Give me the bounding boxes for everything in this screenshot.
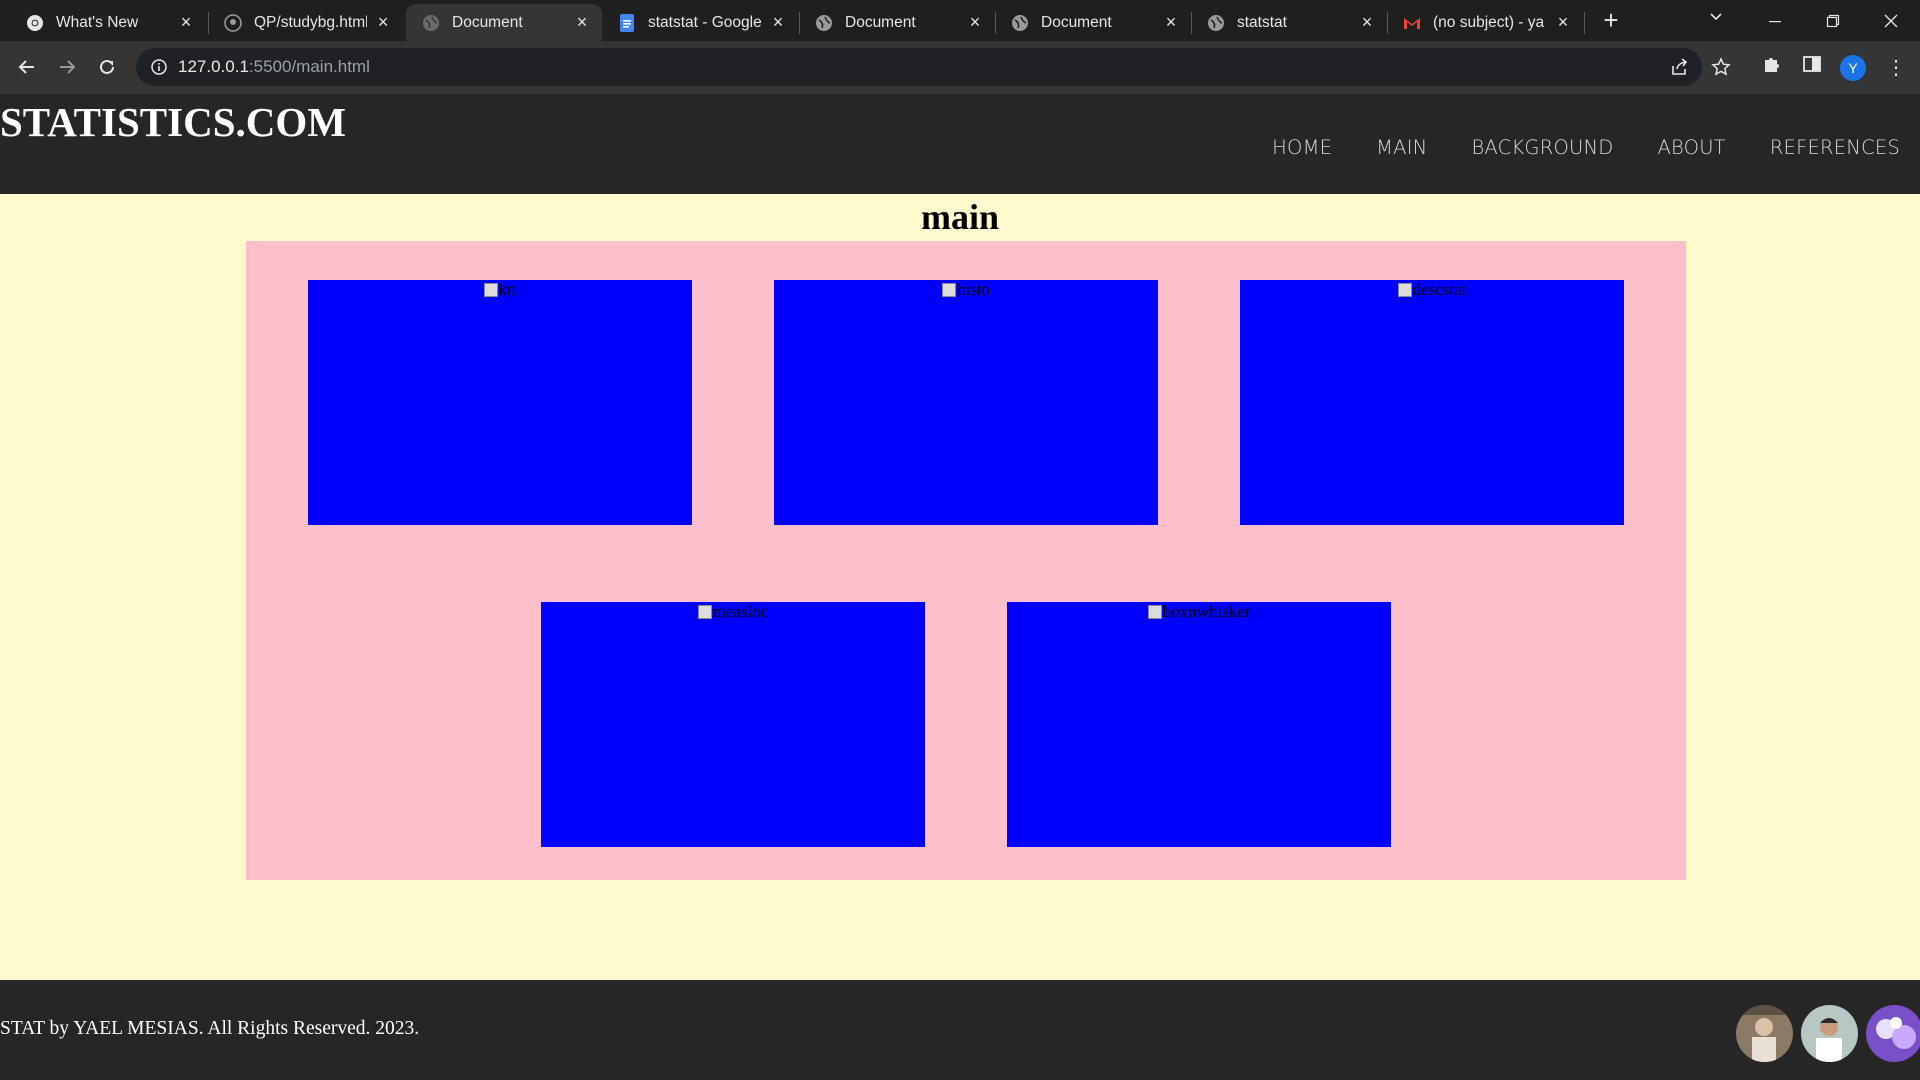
close-icon[interactable]: × [176, 12, 196, 33]
close-icon[interactable]: × [572, 12, 592, 33]
globe-icon [422, 14, 440, 32]
tab-gmail[interactable]: (no subject) - ya × [1387, 4, 1583, 41]
image-gallery: ktt histo descstat measloc boxnwhisker [246, 241, 1686, 880]
tab-title: statstat [1237, 13, 1287, 31]
broken-image-icon [1147, 605, 1162, 619]
gallery-image-histo[interactable]: histo [774, 280, 1158, 525]
more-menu-icon[interactable]: ⋮ [1886, 55, 1906, 80]
minimize-icon[interactable] [1746, 0, 1804, 41]
browser-toolbar: 127.0.0.1:5500/main.html Y ⋮ [0, 41, 1920, 94]
globe-icon [1207, 14, 1225, 32]
image-alt-text: measloc [541, 602, 925, 622]
gmail-icon [1403, 14, 1421, 32]
image-alt-text: ktt [308, 280, 692, 300]
author-avatar-1 [1736, 1005, 1793, 1062]
nav-link-background[interactable]: BACKGROUND [1471, 136, 1613, 159]
tab-google-docs[interactable]: statstat - Google × [602, 4, 798, 41]
alt-label: histo [956, 280, 991, 299]
gallery-image-ktt[interactable]: ktt [308, 280, 692, 525]
site-header: STATISTICS.COM HOME MAIN BACKGROUND ABOU… [0, 94, 1920, 194]
close-icon[interactable]: × [965, 12, 985, 33]
close-icon[interactable]: × [1161, 12, 1181, 33]
restore-icon[interactable] [1804, 0, 1862, 41]
chrome-icon [26, 14, 44, 32]
alt-label: measloc [712, 602, 769, 621]
gallery-image-measloc[interactable]: measloc [541, 602, 925, 847]
alt-label: descstat [1412, 280, 1467, 299]
site-info-icon[interactable] [150, 58, 168, 81]
url-path: :5500/main.html [248, 57, 370, 76]
new-tab-plus-icon[interactable]: + [1598, 7, 1624, 34]
address-bar[interactable]: 127.0.0.1:5500/main.html [136, 48, 1731, 86]
github-icon [224, 13, 242, 32]
site-logo[interactable]: STATISTICS.COM [0, 98, 346, 146]
close-icon[interactable]: × [1357, 12, 1377, 33]
tab-title: (no subject) - ya [1433, 13, 1545, 31]
alt-label: boxnwhisker [1162, 602, 1251, 621]
extensions-puzzle-icon[interactable] [1762, 54, 1782, 79]
globe-icon [815, 14, 833, 32]
close-icon[interactable]: × [768, 12, 788, 33]
bookmark-star-icon[interactable] [1711, 57, 1731, 82]
window-controls [1746, 0, 1920, 41]
reload-icon[interactable] [93, 53, 121, 81]
chevron-down-icon[interactable] [1708, 9, 1724, 28]
close-icon[interactable]: × [373, 12, 393, 33]
author-avatar-2 [1801, 1005, 1858, 1062]
browser-tab-strip: What's New × QP/studybg.html × Document … [0, 0, 1920, 41]
docs-icon [618, 13, 636, 32]
broken-image-icon [941, 283, 956, 297]
tab-document[interactable]: Document × [799, 4, 995, 41]
tab-title: Document [845, 13, 916, 31]
nav-link-home[interactable]: HOME [1272, 136, 1332, 159]
author-avatar-3 [1866, 1005, 1920, 1062]
tab-statstat[interactable]: statstat × [1191, 4, 1387, 41]
tab-title: What's New [56, 13, 139, 31]
tab-document-active[interactable]: Document × [406, 4, 602, 41]
url-host: 127.0.0.1 [178, 57, 249, 76]
image-alt-text: descstat [1240, 280, 1624, 300]
alt-label: ktt [498, 280, 517, 299]
tab-studybg[interactable]: QP/studybg.html × [208, 4, 403, 41]
tab-document[interactable]: Document × [995, 4, 1191, 41]
gallery-image-descstat[interactable]: descstat [1240, 280, 1624, 525]
close-window-icon[interactable] [1862, 0, 1920, 41]
broken-image-icon [1397, 283, 1412, 297]
back-arrow-icon[interactable] [13, 53, 41, 81]
forward-arrow-icon[interactable] [53, 53, 81, 81]
nav-link-references[interactable]: REFERENCES [1770, 136, 1900, 159]
gallery-image-boxnwhisker[interactable]: boxnwhisker [1007, 602, 1391, 847]
main-nav: HOME MAIN BACKGROUND ABOUT REFERENCES [1228, 136, 1900, 159]
site-footer: STAT by YAEL MESIAS. All Rights Reserved… [0, 980, 1920, 1080]
tab-title: Document [1041, 13, 1112, 31]
globe-icon [1011, 14, 1029, 32]
tab-title: QP/studybg.html [254, 13, 368, 31]
share-icon[interactable] [1670, 57, 1690, 82]
tab-whats-new[interactable]: What's New × [10, 4, 206, 41]
close-icon[interactable]: × [1553, 12, 1573, 33]
broken-image-icon [483, 283, 498, 297]
image-alt-text: boxnwhisker [1007, 602, 1391, 622]
nav-link-about[interactable]: ABOUT [1658, 136, 1726, 159]
page-title: main [920, 197, 999, 237]
side-panel-icon[interactable] [1802, 54, 1822, 79]
tab-title: Document [452, 13, 523, 31]
broken-image-icon [697, 605, 712, 619]
tab-divider [1584, 12, 1585, 34]
image-alt-text: histo [774, 280, 1158, 300]
tab-title: statstat - Google [648, 13, 762, 31]
nav-link-main[interactable]: MAIN [1376, 136, 1427, 159]
footer-copyright: STAT by YAEL MESIAS. All Rights Reserved… [0, 1018, 420, 1039]
profile-avatar[interactable]: Y [1840, 55, 1866, 81]
url-text: 127.0.0.1:5500/main.html [178, 57, 370, 77]
